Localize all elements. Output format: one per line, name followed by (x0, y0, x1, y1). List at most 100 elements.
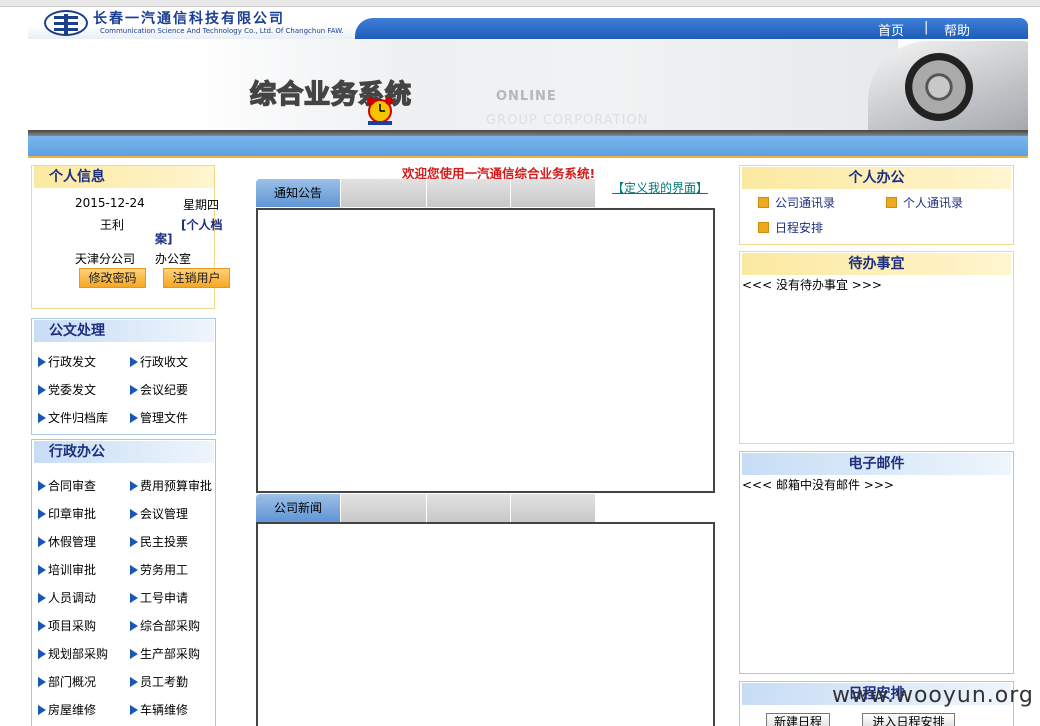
current-date: 2015-12-24 (75, 196, 145, 210)
admin-office-link[interactable]: 培训审批 (38, 561, 96, 578)
folder-icon (886, 197, 897, 208)
admin-office-link[interactable]: 会议管理 (130, 505, 188, 522)
link-personal-contacts[interactable]: 个人通讯录 (886, 194, 963, 211)
admin-office-link[interactable]: 人员调动 (38, 589, 96, 606)
arrow-icon (130, 621, 138, 631)
admin-office-link[interactable]: 民主投票 (130, 533, 188, 550)
admin-office-link[interactable]: 劳务用工 (130, 561, 188, 578)
link-label: 行政收文 (140, 355, 189, 369)
link-company-contacts[interactable]: 公司通讯录 (758, 194, 835, 211)
email-empty-message: <<< 邮箱中没有邮件 >>> (742, 478, 894, 492)
link-label: 文件归档库 (48, 411, 109, 425)
link-label: 费用预算审批 (140, 479, 213, 493)
arrow-icon (38, 565, 46, 575)
admin-office-link[interactable]: 员工考勤 (130, 673, 188, 690)
link-label: 民主投票 (140, 535, 189, 549)
alarm-clock-icon (367, 97, 393, 125)
tab-notice[interactable]: 通知公告 (256, 179, 340, 207)
link-label: 日程安排 (775, 221, 824, 235)
link-label: 合同审查 (48, 479, 97, 493)
link-manage-files[interactable]: 管理文件 (130, 409, 188, 426)
arrow-icon (130, 593, 138, 603)
car-wheel-image (905, 53, 973, 121)
link-label: 行政发文 (48, 355, 97, 369)
link-party-dispatch[interactable]: 党委发文 (38, 381, 96, 398)
arrow-icon (38, 537, 46, 547)
nav-separator: | (924, 20, 929, 35)
enter-schedule-button[interactable]: 进入日程安排 (862, 713, 955, 726)
arrow-icon (38, 677, 46, 687)
admin-office-link[interactable]: 费用预算审批 (130, 477, 212, 494)
banner-online-text: ONLINE (496, 89, 557, 104)
user-branch: 天津分公司 (75, 252, 136, 266)
link-label: 人员调动 (48, 591, 97, 605)
tab-news[interactable]: 公司新闻 (256, 494, 340, 522)
admin-office-link[interactable]: 合同审查 (38, 477, 96, 494)
watermark: www.wooyun.org (832, 683, 1034, 708)
link-schedule[interactable]: 日程安排 (758, 219, 823, 236)
link-label: 规划部采购 (48, 647, 109, 661)
link-label: 培训审批 (48, 563, 97, 577)
admin-office-link[interactable]: 房屋维修 (38, 701, 96, 718)
news-content-box (256, 522, 715, 726)
logout-button[interactable]: 注销用户 (163, 268, 230, 288)
new-schedule-button[interactable]: 新建日程 (766, 713, 830, 726)
link-admin-dispatch[interactable]: 行政发文 (38, 353, 96, 370)
customize-link[interactable]: 【定义我的界面】 (612, 179, 708, 196)
tab-news-blank-3 (510, 494, 595, 522)
arrow-icon (38, 649, 46, 659)
admin-office-link[interactable]: 项目采购 (38, 617, 96, 634)
link-label: 综合部采购 (140, 619, 201, 633)
link-label: 会议管理 (140, 507, 189, 521)
arrow-icon (38, 621, 46, 631)
admin-office-link[interactable]: 综合部采购 (130, 617, 200, 634)
nav-help-link[interactable]: 帮助 (944, 20, 970, 39)
arrow-icon (130, 509, 138, 519)
arrow-icon (38, 385, 46, 395)
link-label: 劳务用工 (140, 563, 189, 577)
link-label: 印章审批 (48, 507, 97, 521)
link-file-archive[interactable]: 文件归档库 (38, 409, 108, 426)
link-label: 会议纪要 (140, 383, 189, 397)
change-password-button[interactable]: 修改密码 (79, 268, 146, 288)
company-name-en: Communication Science And Technology Co.… (100, 27, 344, 35)
arrow-icon (130, 705, 138, 715)
admin-office-link[interactable]: 休假管理 (38, 533, 96, 550)
nav-home-link[interactable]: 首页 (878, 20, 904, 39)
arrow-icon (38, 413, 46, 423)
arrow-icon (130, 385, 138, 395)
arrow-icon (130, 357, 138, 367)
admin-office-link[interactable]: 生产部采购 (130, 645, 200, 662)
arrow-icon (38, 357, 46, 367)
link-meeting-minutes[interactable]: 会议纪要 (130, 381, 188, 398)
tab-news-blank-1 (340, 494, 426, 522)
arrow-icon (38, 593, 46, 603)
arrow-icon (130, 537, 138, 547)
admin-office-link[interactable]: 印章审批 (38, 505, 96, 522)
browser-top-edge (0, 0, 1040, 7)
admin-office-link[interactable]: 工号申请 (130, 589, 188, 606)
admin-office-link[interactable]: 部门概况 (38, 673, 96, 690)
faw-logo-icon (44, 10, 88, 36)
link-label: 工号申请 (140, 591, 189, 605)
admin-office-title: 行政办公 (34, 441, 214, 463)
tab-notice-blank-2 (426, 179, 510, 207)
menu-strip (28, 136, 1028, 158)
banner: 综合业务系统 ONLINE GROUP CORPORATION (28, 39, 1028, 132)
arrow-icon (38, 705, 46, 715)
admin-office-link[interactable]: 车辆维修 (130, 701, 188, 718)
profile-link[interactable]: [个人档 (181, 216, 223, 233)
link-admin-receive[interactable]: 行政收文 (130, 353, 188, 370)
arrow-icon (38, 481, 46, 491)
folder-icon (758, 197, 769, 208)
link-label: 生产部采购 (140, 647, 201, 661)
arrow-icon (38, 509, 46, 519)
arrow-icon (130, 677, 138, 687)
profile-link-cont[interactable]: 案] (155, 230, 173, 247)
admin-office-link[interactable]: 规划部采购 (38, 645, 108, 662)
link-label: 休假管理 (48, 535, 97, 549)
tab-notice-blank-1 (340, 179, 426, 207)
link-label: 项目采购 (48, 619, 97, 633)
todo-empty-message: <<< 没有待办事宜 >>> (742, 278, 882, 292)
user-name: 王利 (100, 218, 125, 232)
